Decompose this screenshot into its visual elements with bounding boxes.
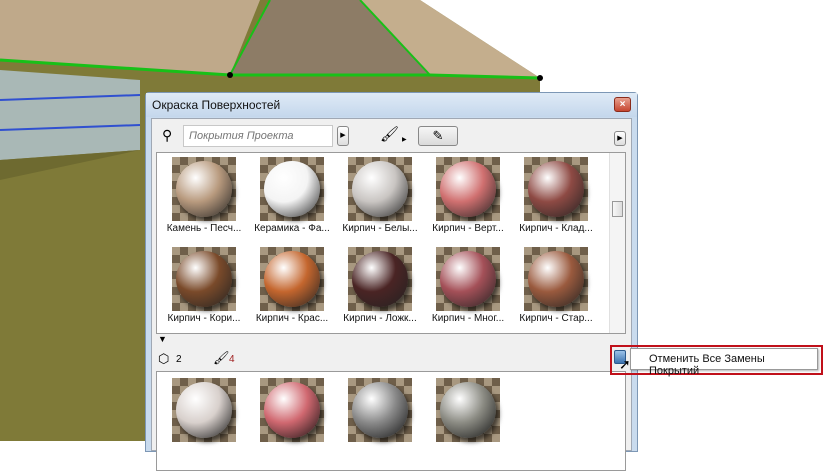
- used-material-thumbnail[interactable]: [436, 378, 500, 442]
- material-label: Кирпич - Белы...: [342, 223, 418, 234]
- dialog-body: ⚲ ▶ 🖌 ▶ ✎ ▶ Камень - Песч... Керамика - Ф…: [151, 118, 632, 471]
- material-sphere: [264, 161, 320, 217]
- material-label: Кирпич - Клад...: [519, 223, 593, 234]
- material-sphere: [440, 382, 496, 438]
- used-material-thumbnail[interactable]: [348, 378, 412, 442]
- used-material-thumbnail[interactable]: [172, 378, 236, 442]
- panel-menu-button[interactable]: ▶: [614, 131, 626, 146]
- eyedropper-button[interactable]: ✎: [418, 126, 458, 146]
- brush-menu-arrow-icon[interactable]: ▶: [402, 136, 407, 143]
- material-thumbnail[interactable]: [260, 157, 324, 221]
- material-sphere: [528, 161, 584, 217]
- vertical-scrollbar[interactable]: [609, 153, 625, 333]
- brush-icon[interactable]: 🖌: [380, 125, 399, 143]
- material-sphere: [440, 251, 496, 307]
- mouse-cursor-icon: ➚: [619, 356, 631, 372]
- used-material-thumbnail[interactable]: [260, 378, 324, 442]
- material-label: Кирпич - Ложк...: [343, 313, 417, 324]
- materials-grid: Камень - Песч... Керамика - Фа... Кирпич -…: [156, 152, 626, 334]
- triangle-down-icon: ▼: [158, 334, 167, 344]
- material-thumbnail[interactable]: [436, 247, 500, 311]
- material-thumbnail[interactable]: [348, 157, 412, 221]
- material-sphere: [352, 382, 408, 438]
- used-materials-grid: [156, 371, 626, 471]
- material-label: Кирпич - Стар...: [519, 313, 593, 324]
- element-count: 2: [176, 354, 182, 365]
- material-label: Кирпич - Крас...: [255, 313, 329, 324]
- collapse-toggle[interactable]: ▼: [156, 334, 626, 347]
- material-sphere: [176, 251, 232, 307]
- material-sphere: [440, 161, 496, 217]
- material-sphere: [176, 161, 232, 217]
- material-thumbnail[interactable]: [436, 157, 500, 221]
- surface-painter-dialog: Окраска Поверхностей × ⚲ ▶ 🖌 ▶ ✎ ▶ Камен…: [145, 92, 638, 471]
- material-thumbnail[interactable]: [172, 157, 236, 221]
- close-button[interactable]: ×: [614, 97, 631, 112]
- tooltip: Отменить Все Замены Покрытий: [630, 348, 818, 377]
- material-sphere: [352, 161, 408, 217]
- material-sphere: [528, 251, 584, 307]
- material-sphere: [264, 251, 320, 307]
- element-icon: ⬡: [158, 351, 170, 366]
- title-bar[interactable]: Окраска Поверхностей ×: [146, 93, 637, 117]
- material-label: Кирпич - Мног...: [431, 313, 505, 324]
- material-thumbnail[interactable]: [172, 247, 236, 311]
- material-sphere: [264, 382, 320, 438]
- search-icon: ⚲: [162, 127, 173, 143]
- brush-icon: 🖌: [213, 350, 230, 365]
- search-options-button[interactable]: ▶: [337, 126, 349, 146]
- material-label: Кирпич - Верт...: [432, 223, 504, 234]
- material-label: Керамика - Фа...: [254, 223, 330, 234]
- material-thumbnail[interactable]: [260, 247, 324, 311]
- material-thumbnail[interactable]: [524, 157, 588, 221]
- search-input[interactable]: [183, 125, 333, 147]
- material-sphere: [352, 251, 408, 307]
- dialog-title: Окраска Поверхностей: [152, 98, 281, 112]
- surface-count: 4: [229, 354, 235, 365]
- material-thumbnail[interactable]: [348, 247, 412, 311]
- scrollbar-thumb[interactable]: [612, 201, 623, 217]
- material-thumbnail[interactable]: [524, 247, 588, 311]
- material-label: Кирпич - Кори...: [167, 313, 241, 324]
- material-sphere: [176, 382, 232, 438]
- material-label: Камень - Песч...: [166, 223, 242, 234]
- usage-counts: ⬡ 2 🖌 4: [156, 350, 626, 371]
